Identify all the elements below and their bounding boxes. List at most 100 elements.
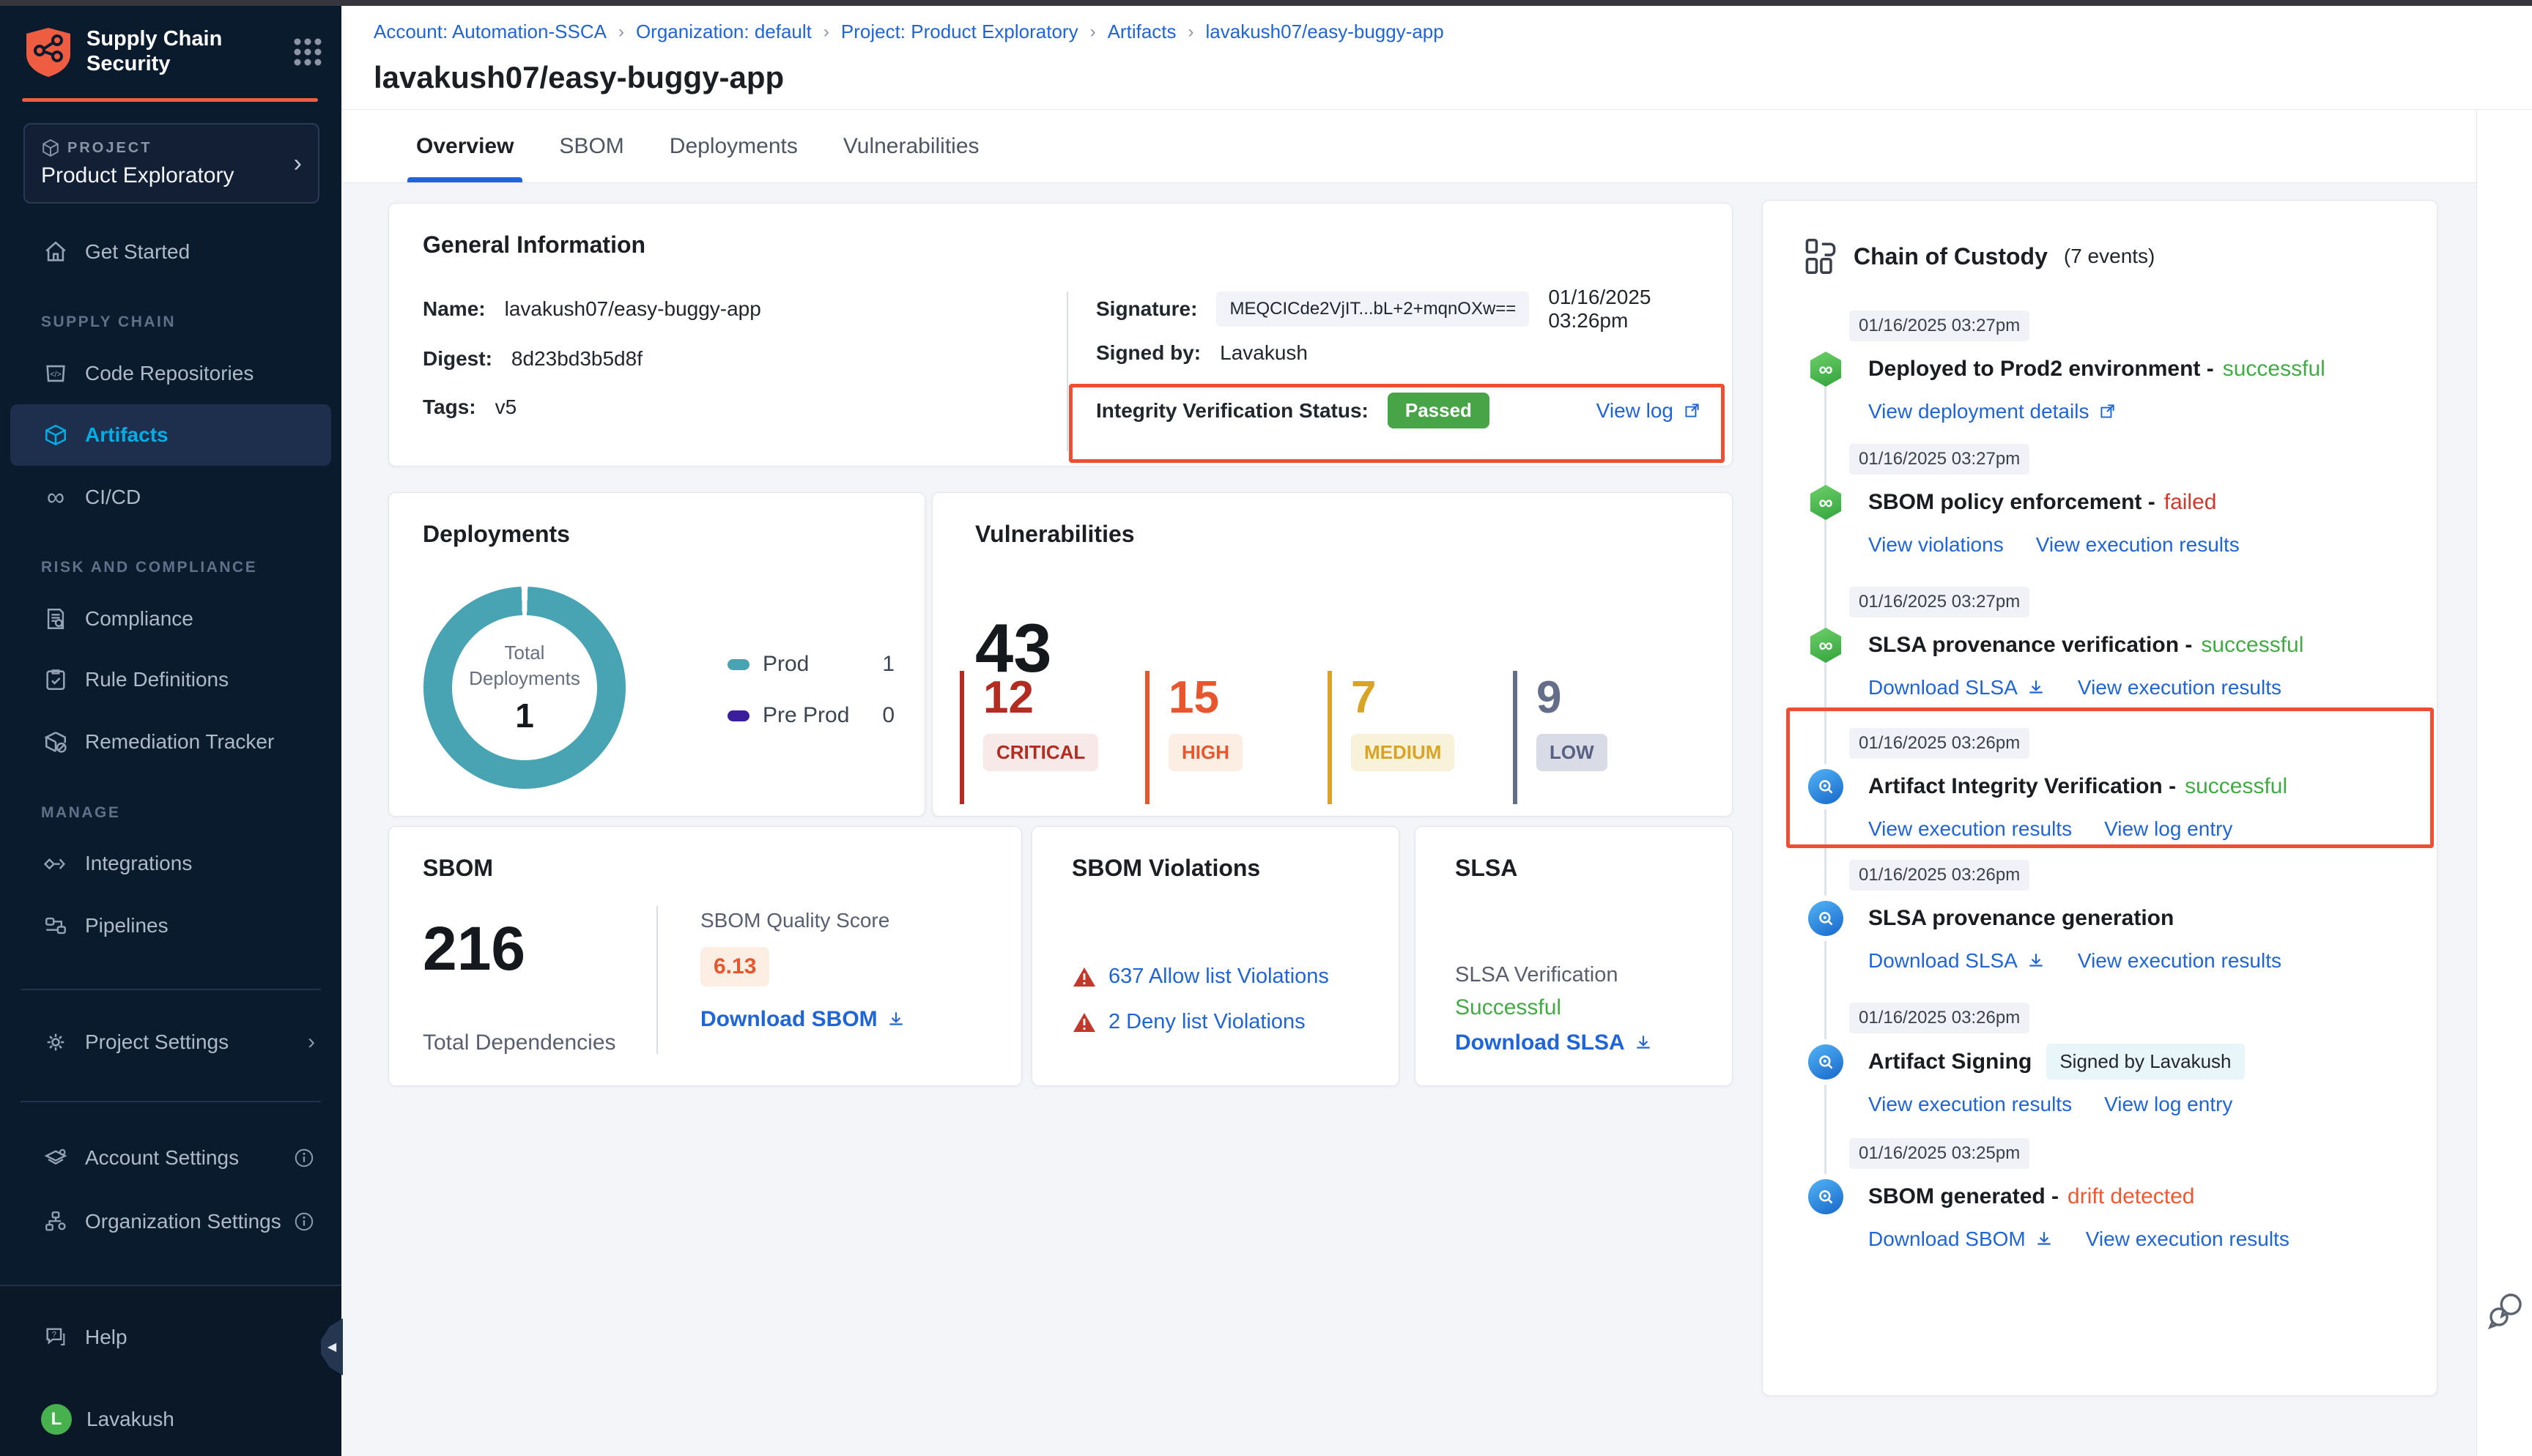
sidebar-item-pipelines[interactable]: Pipelines [10, 895, 331, 957]
event-timestamp: 01/16/2025 03:26pm [1849, 728, 2029, 759]
coc-event-slsa-provenance-verification: 01/16/2025 03:27pm ∞ SLSA provenance ver… [1789, 587, 2410, 699]
sbom-title: SBOM [423, 855, 493, 882]
view-execution-results-link[interactable]: View execution results [2036, 533, 2240, 557]
digest-label: Digest: [423, 347, 492, 371]
slsa-title: SLSA [1455, 855, 1517, 882]
tab-deployments[interactable]: Deployments [664, 110, 804, 182]
severity-high: 15 HIGH [1145, 671, 1243, 804]
main-content: General Information Name: lavakush07/eas… [341, 183, 2476, 1456]
svg-text:?: ? [52, 1330, 56, 1339]
tab-overview[interactable]: Overview [410, 110, 519, 182]
project-selector[interactable]: PROJECT Product Exploratory › [23, 123, 319, 204]
signed-by-label: Signed by: [1096, 341, 1201, 365]
breadcrumb-separator: › [812, 22, 841, 42]
chain-of-custody-icon [1804, 237, 1837, 275]
pre-prod-color-dot [728, 710, 749, 721]
tags-label: Tags: [423, 395, 476, 419]
warning-icon [1072, 966, 1097, 988]
prod-color-dot [728, 659, 749, 670]
view-log-entry-link[interactable]: View log entry [2104, 1093, 2232, 1116]
sidebar-item-rule-definitions[interactable]: Rule Definitions [10, 649, 331, 710]
download-slsa-link[interactable]: Download SLSA [1455, 1030, 1653, 1055]
sbom-card: SBOM 216 Total Dependencies SBOM Quality… [388, 826, 1022, 1086]
breadcrumb-separator: › [1078, 22, 1108, 42]
view-execution-results-link[interactable]: View execution results [2078, 676, 2281, 699]
sidebar-item-organization-settings[interactable]: Organization Settings [10, 1191, 331, 1252]
view-violations-link[interactable]: View violations [1868, 533, 2004, 557]
chevron-right-icon: › [308, 1030, 315, 1055]
event-timestamp: 01/16/2025 03:27pm [1849, 311, 2029, 341]
severity-medium: 7 MEDIUM [1328, 671, 1454, 804]
severity-low: 9 LOW [1513, 671, 1607, 804]
sidebar-section-manage: MANAGE [41, 804, 120, 822]
allow-list-violations-link[interactable]: 637 Allow list Violations [1108, 965, 1329, 989]
integrity-status-label: Integrity Verification Status: [1096, 399, 1369, 423]
sbom-violations-title: SBOM Violations [1072, 855, 1260, 882]
sbom-quality-score-badge: 6.13 [700, 947, 769, 987]
deny-list-violations-link[interactable]: 2 Deny list Violations [1108, 1010, 1306, 1034]
chain-of-custody-title: Chain of Custody [1854, 243, 2048, 270]
event-timestamp: 01/16/2025 03:26pm [1849, 860, 2029, 891]
sidebar-item-get-started[interactable]: Get Started [10, 221, 331, 283]
coc-event-artifact-integrity-verification: 01/16/2025 03:26pm Artifact Integrity Ve… [1789, 728, 2410, 841]
view-deployment-details-link[interactable]: View deployment details [1868, 400, 2117, 423]
sidebar-section-supply-chain: SUPPLY CHAIN [41, 313, 176, 331]
signature-value-chip: MEQCICde2VjIT...bL+2+mqnOXw== [1216, 291, 1529, 327]
legend-item-pre-prod: Pre Prod 0 [728, 698, 895, 733]
sidebar-item-compliance[interactable]: Compliance [10, 588, 331, 650]
repository-icon: </> [41, 359, 70, 388]
sidebar-item-cicd[interactable]: ∞ CI/CD [10, 467, 331, 528]
breadcrumb-separator: › [607, 22, 636, 42]
sbom-total-count: 216 [423, 913, 525, 984]
breadcrumb-current[interactable]: lavakush07/easy-buggy-app [1206, 21, 1444, 43]
chain-of-custody-card: Chain of Custody (7 events) 01/16/2025 0… [1762, 200, 2437, 1396]
module-grid-icon[interactable] [292, 36, 324, 68]
name-value: lavakush07/easy-buggy-app [505, 297, 761, 321]
download-slsa-link[interactable]: Download SLSA [1868, 949, 2046, 973]
view-log-link[interactable]: View log [1596, 399, 1701, 423]
home-icon [41, 237, 70, 267]
deployments-title: Deployments [423, 521, 570, 548]
signed-by-badge: Signed by Lavakush [2046, 1044, 2244, 1080]
tab-sbom[interactable]: SBOM [553, 110, 629, 182]
info-icon[interactable] [293, 1211, 315, 1233]
severity-critical: 12 CRITICAL [960, 671, 1098, 804]
pipeline-icon: ∞ [1808, 352, 1843, 387]
signed-by-value: Lavakush [1220, 341, 1308, 365]
view-execution-results-link[interactable]: View execution results [2078, 949, 2281, 973]
download-icon [2035, 1230, 2054, 1249]
breadcrumb-account[interactable]: Account: Automation-SSCA [374, 21, 607, 43]
sidebar-user-row[interactable]: L Lavakush [10, 1389, 331, 1450]
sidebar-item-help[interactable]: ? Help [10, 1307, 331, 1368]
general-information-title: General Information [423, 231, 645, 259]
artifact-box-icon [41, 420, 70, 450]
integrity-status-badge: Passed [1388, 393, 1489, 428]
sidebar-item-artifacts[interactable]: Artifacts [10, 404, 331, 466]
external-link-icon [2098, 402, 2117, 421]
download-slsa-link[interactable]: Download SLSA [1868, 676, 2046, 699]
vulnerabilities-title: Vulnerabilities [975, 521, 1135, 548]
view-execution-results-link[interactable]: View execution results [1868, 817, 2072, 841]
sidebar-item-remediation-tracker[interactable]: Remediation Tracker [10, 711, 331, 773]
sidebar-item-integrations[interactable]: Integrations [10, 833, 331, 894]
view-execution-results-link[interactable]: View execution results [2086, 1227, 2289, 1251]
breadcrumb-project[interactable]: Project: Product Exploratory [841, 21, 1078, 43]
view-execution-results-link[interactable]: View execution results [1868, 1093, 2072, 1116]
download-icon [886, 1010, 906, 1029]
sidebar-item-account-settings[interactable]: Account Settings [10, 1127, 331, 1189]
support-chat-icon[interactable] [2483, 1288, 2527, 1331]
sidebar-item-project-settings[interactable]: Project Settings › [10, 1011, 331, 1073]
tab-vulnerabilities[interactable]: Vulnerabilities [837, 110, 985, 182]
view-log-entry-link[interactable]: View log entry [2104, 817, 2232, 841]
chain-of-custody-event-count: (7 events) [2064, 245, 2155, 268]
breadcrumb-organization[interactable]: Organization: default [636, 21, 812, 43]
clipboard-check-icon [41, 665, 70, 694]
info-icon[interactable] [293, 1147, 315, 1169]
sidebar-section-risk-compliance: RISK AND COMPLIANCE [41, 559, 257, 576]
sbom-quality-label: SBOM Quality Score [700, 909, 906, 932]
breadcrumb-artifacts[interactable]: Artifacts [1108, 21, 1177, 43]
download-sbom-link[interactable]: Download SBOM [1868, 1227, 2054, 1251]
sidebar-item-code-repositories[interactable]: </> Code Repositories [10, 343, 331, 404]
general-information-card: General Information Name: lavakush07/eas… [388, 203, 1733, 467]
download-sbom-link[interactable]: Download SBOM [700, 1007, 906, 1032]
